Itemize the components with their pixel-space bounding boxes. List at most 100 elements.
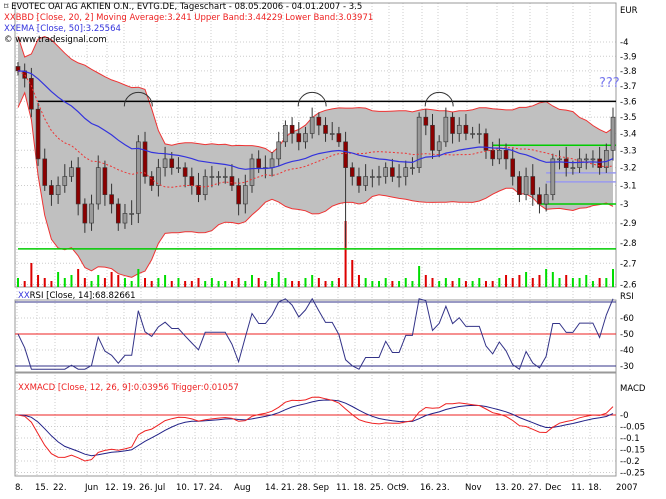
volume-bar xyxy=(598,278,601,287)
candle-body xyxy=(463,124,469,134)
candle-body xyxy=(256,158,261,168)
candle-body xyxy=(376,176,382,178)
candle-body xyxy=(363,176,368,186)
volume-bar xyxy=(538,275,541,287)
volume-bar xyxy=(37,275,40,287)
volume-bar xyxy=(398,281,401,287)
candle-body xyxy=(289,124,295,134)
x-tick-label: 17. xyxy=(193,483,207,493)
x-tick-label: 18. xyxy=(588,483,602,493)
candle-body xyxy=(269,158,275,168)
volume-bar xyxy=(217,281,220,287)
y-tick-label: -2.9 xyxy=(620,219,637,229)
volume-bar xyxy=(331,281,334,287)
candle-body xyxy=(222,176,228,178)
candle-body xyxy=(189,176,195,186)
candle-body xyxy=(115,203,121,224)
volume-bar xyxy=(63,278,66,287)
candle-body xyxy=(209,176,215,178)
candle-body xyxy=(49,185,54,195)
x-tick-label: Aug xyxy=(234,483,251,493)
y-tick-label: -3.4 xyxy=(620,129,637,139)
y-tick-label: -3.6 xyxy=(620,97,637,107)
y-tick-label: -2.7 xyxy=(620,259,637,269)
candle-body xyxy=(109,194,114,205)
volume-bar xyxy=(130,281,133,287)
volume-bar xyxy=(103,278,106,287)
candle-body xyxy=(243,185,248,205)
x-tick-label: 8. xyxy=(15,483,23,493)
volume-bar xyxy=(70,275,73,287)
candle-body xyxy=(370,176,375,178)
candle-body xyxy=(523,176,529,195)
ema-legend[interactable]: XXEMA [Close, 50]:3.25564 xyxy=(4,24,121,34)
candle-body xyxy=(15,66,21,72)
x-tick-label: 16. xyxy=(420,483,434,493)
arc-annotation xyxy=(424,91,454,107)
volume-bar xyxy=(578,278,581,287)
macd-tick-label: -0 xyxy=(620,411,628,421)
x-tick-label: Jun xyxy=(84,483,98,493)
volume-bar xyxy=(224,281,227,287)
candle-body xyxy=(423,116,429,126)
candle-body xyxy=(162,158,168,168)
volume-bar xyxy=(438,281,441,287)
candle-body xyxy=(82,203,88,224)
volume-bar xyxy=(277,272,280,287)
chart-title-text: EVOTEC OAI AG AKTIEN O.N., EVTG.DE, Tage… xyxy=(11,2,363,12)
volume-bar xyxy=(605,278,608,287)
volume-bar xyxy=(264,281,267,287)
x-tick-label: 19. xyxy=(122,483,136,493)
volume-bar xyxy=(478,278,481,287)
question-annotation: ??? xyxy=(599,76,620,91)
volume-bar xyxy=(371,281,374,287)
volume-bar xyxy=(204,281,207,287)
candle-body xyxy=(249,158,255,186)
volume-bar xyxy=(184,281,187,287)
candle-body xyxy=(129,213,134,215)
candle-body xyxy=(323,124,328,134)
volume-bar xyxy=(451,281,454,287)
x-tick-label: 22. xyxy=(53,483,67,493)
chart-title: ⌑ EVOTEC OAI AG AKTIEN O.N., EVTG.DE, Ta… xyxy=(4,2,363,12)
x-tick-label: 15. xyxy=(35,483,49,493)
candle-body xyxy=(283,124,288,143)
volume-bar xyxy=(324,281,327,287)
x-tick-label: Nov xyxy=(465,483,482,493)
x-tick-label: 25. xyxy=(370,483,384,493)
volume-bar xyxy=(384,278,387,287)
volume-bar xyxy=(551,272,554,287)
candle-body xyxy=(216,176,221,178)
x-tick-label: 24. xyxy=(209,483,223,493)
volume-bar xyxy=(411,281,414,287)
candle-body xyxy=(517,176,522,195)
rsi-title: XXRSI [Close, 14]:68.82661 xyxy=(18,291,136,301)
candle-body xyxy=(276,141,282,160)
volume-bar xyxy=(230,281,233,287)
y-tick-label: -2.8 xyxy=(620,239,637,249)
arc-annotation xyxy=(297,91,327,107)
x-tick-label: 14. xyxy=(265,483,279,493)
volume-bar xyxy=(511,278,514,287)
volume-bar xyxy=(177,278,180,287)
bbd-legend[interactable]: XXBBD [Close, 20, 2] Moving Average:3.24… xyxy=(4,13,373,23)
x-tick-label: 20. xyxy=(511,483,525,493)
chart-canvas[interactable]: 8. 15. 22. Jun 12. 19. 26. Jul 10. 17. 24. Aug 14. 21… xyxy=(0,0,666,499)
candle-body xyxy=(182,167,188,177)
candle-body xyxy=(530,176,536,195)
macd-tick-label: --0.15 xyxy=(620,446,645,456)
volume-bar xyxy=(23,281,26,287)
candle-body xyxy=(142,141,148,177)
x-tick-label: Dec xyxy=(545,483,562,493)
volume-bar xyxy=(144,278,147,287)
candle-body xyxy=(430,124,435,151)
bbd-legend-text: BBD [Close, 20, 2] Moving Average:3.241 … xyxy=(15,13,374,23)
candle-body xyxy=(610,116,616,151)
candle-body xyxy=(577,158,582,168)
volume-bar xyxy=(458,278,461,287)
x-tick-label: Sep xyxy=(313,483,329,493)
x-tick-label: 11. xyxy=(571,483,585,493)
volume-bar xyxy=(364,278,367,287)
candle-body xyxy=(55,185,61,195)
volume-bar xyxy=(197,278,200,287)
